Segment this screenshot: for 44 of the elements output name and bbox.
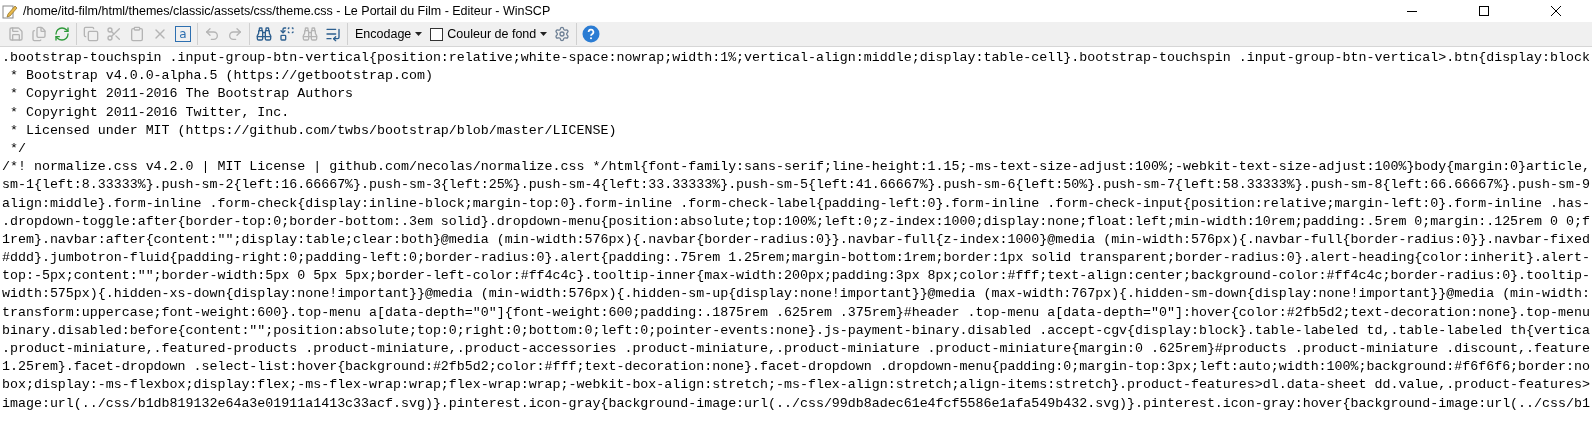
code-line: 1.25rem}.facet-dropdown .select-list:hover{background:#2fb5d2;color:#fff;text-decoration:none}.facet-dropdown .dropdown-menu{padding:0;margin-top:3px;left:auto;width:100%;background:#f6f6f6;border:no [2, 358, 1590, 377]
refresh-icon [54, 26, 70, 42]
code-line: sm-1{left:8.33333%}.push-sm-2{left:16.66667%}.push-sm-3{left:25%}.push-sm-4{left:33.33333%}.push-sm-5{left:41.66667%}.push-sm-6{left:50%}.push-sm-7{left:58.33333%}.push-sm-8{left:66.66667%}.push-sm-9 [2, 176, 1590, 195]
copy-icon [83, 26, 99, 42]
binoculars-icon [302, 26, 318, 42]
caret-icon [540, 32, 548, 36]
replace-icon [279, 26, 295, 42]
code-line: 1rem}.navbar:after{content:"";display:table;clear:both}@media (min-width:576px){.navbar{border-radius:0}}.navbar-full{z-index:1000}@media (min-width:576px){.navbar-full{border-radius:0}}.navbar-fixed [2, 230, 1590, 249]
settings-icon [554, 26, 571, 42]
close-icon [1551, 6, 1561, 16]
code-line: .dropdown-toggle:after{border-top:0;border-bottom:.3em solid}.dropdown-menu{position:absolute;top:100%;left:0;z-index:1000;display:none;float:left;min-width:10rem;padding:.5rem 0;margin:.125rem 0 0;f [2, 212, 1590, 231]
undo-icon [204, 26, 220, 42]
help-icon [582, 25, 601, 43]
code-line: box;display:-ms-flexbox;display:flex;-ms-flex-wrap:wrap;flex-wrap:wrap;-webkit-box-align:stretch;-ms-flex-align:stretch;align-items:stretch}.product-features>dl.data-sheet dd.value,.product-features> [2, 376, 1590, 395]
code-line: .product-miniature,.featured-products .product-miniature,.product-accessories .product-miniature,.product-miniature .product-miniature{margin:0 .625rem}#products .product-miniature .discount,.feature [2, 340, 1590, 358]
code-line: top:-5px;content:"";border-width:5px 0 5px 5px;border-left-color:#ff4c4c}.tooltip-inner{max-width:200px;padding:3px 8px;color:#fff;text-align:center;background-color:#ff4c4c;border-radius:0}.tooltip- [2, 267, 1590, 286]
code-line: * Copyright 2011-2016 Twitter, Inc. [8, 103, 290, 122]
checkbox[interactable] [430, 27, 444, 41]
encoding-dropdown[interactable]: Encodage [351, 23, 427, 45]
code-line: .bootstrap-touchspin .input-group-btn-vertical{position:relative;white-space:nowrap;width:1%;vertical-align:middle;display:table-cell}.bootstrap-touchspin .input-group-btn-vertical>.btn{display:block [2, 49, 1590, 67]
list-icon [325, 26, 341, 42]
redo-icon [227, 26, 243, 42]
code-line: * Licensed under MIT (https://github.com/twbs/bootstrap/blob/master/LICENSE) [8, 121, 617, 140]
code-line: width:575px){.hidden-xs-down{display:none!important}}@media (min-width:576px){.hidden-sm-up{display:none!important}}@media (max-width:767px){.hidden-sm-down{display:none!important}}@media (min-width: [2, 285, 1590, 304]
save-all-icon [31, 26, 47, 42]
code-line: /*! normalize.css v4.2.0 | MIT License | github.com/necolas/normalize.css */html{font-family:sans-serif;line-height:1.15;-ms-text-size-adjust:100%;-webkit-text-size-adjust:100%}body{margin:0}article, [2, 158, 1590, 177]
code-line: * Copyright 2011-2016 The Bootstrap Authors [8, 85, 354, 104]
clipboard-icon [129, 26, 145, 42]
code-line: */ [8, 139, 26, 158]
select-all-button[interactable]: a [172, 23, 194, 45]
code-line: binary.disabled:before{content:"";position:absolute;top:0;right:0;bottom:0;left:0;pointer-events:none}.js-payment-binary.disabled .accept-cgv{display:block}.table-labeled td,.table-labeled th{vertica [2, 321, 1590, 340]
minimize-icon [1407, 10, 1417, 12]
code-line: image:url(../css/b1db819132e64a3e01911a1413c33acf.svg)}.pinterest.icon-gray{background-image:url(../css/99db8adec61e4fcf5586e1afa549b432.svg)}.pinterest.icon-gray:hover{background-image:url(../css/b1 [2, 394, 1590, 413]
scissors-icon [106, 26, 122, 42]
code-line: align:middle}.form-inline .form-check{display:inline-block;margin-top:0}.form-inline .form-check-label{padding-left:0}.form-inline .form-check-input{position:relative;margin-left:0}.form-inline .has- [2, 194, 1590, 213]
save-icon [8, 26, 24, 42]
code-line: * Bootstrap v4.0.0-alpha.5 (https://getbootstrap.com) [8, 67, 433, 86]
maximize-icon [1479, 6, 1489, 16]
background-color-dropdown[interactable]: Couleur de fond [447, 23, 548, 45]
binoculars-icon [256, 26, 272, 42]
caret-icon [415, 32, 423, 36]
code-line: transform:uppercase;font-weight:600}.top-menu a[data-depth="0"]{font-weight:600;padding:.1875rem .625rem .375rem}#header .top-menu a[data-depth="0"]:hover{color:#2fb5d2;text-decoration:none}.top-menu [2, 303, 1590, 322]
code-line: #ddd}.jumbotron-fluid{padding-right:0;padding-left:0;border-radius:0}.alert{padding:.75rem 1.25rem;margin-bottom:1rem;border:1px solid transparent;border-radius:0}.alert-heading{color:inherit}.alert- [2, 249, 1590, 268]
window-title: /home/itd-film/html/themes/classic/assets/css/theme.css - Le Portail du Film - Editeur - WinSCP [23, 4, 552, 18]
